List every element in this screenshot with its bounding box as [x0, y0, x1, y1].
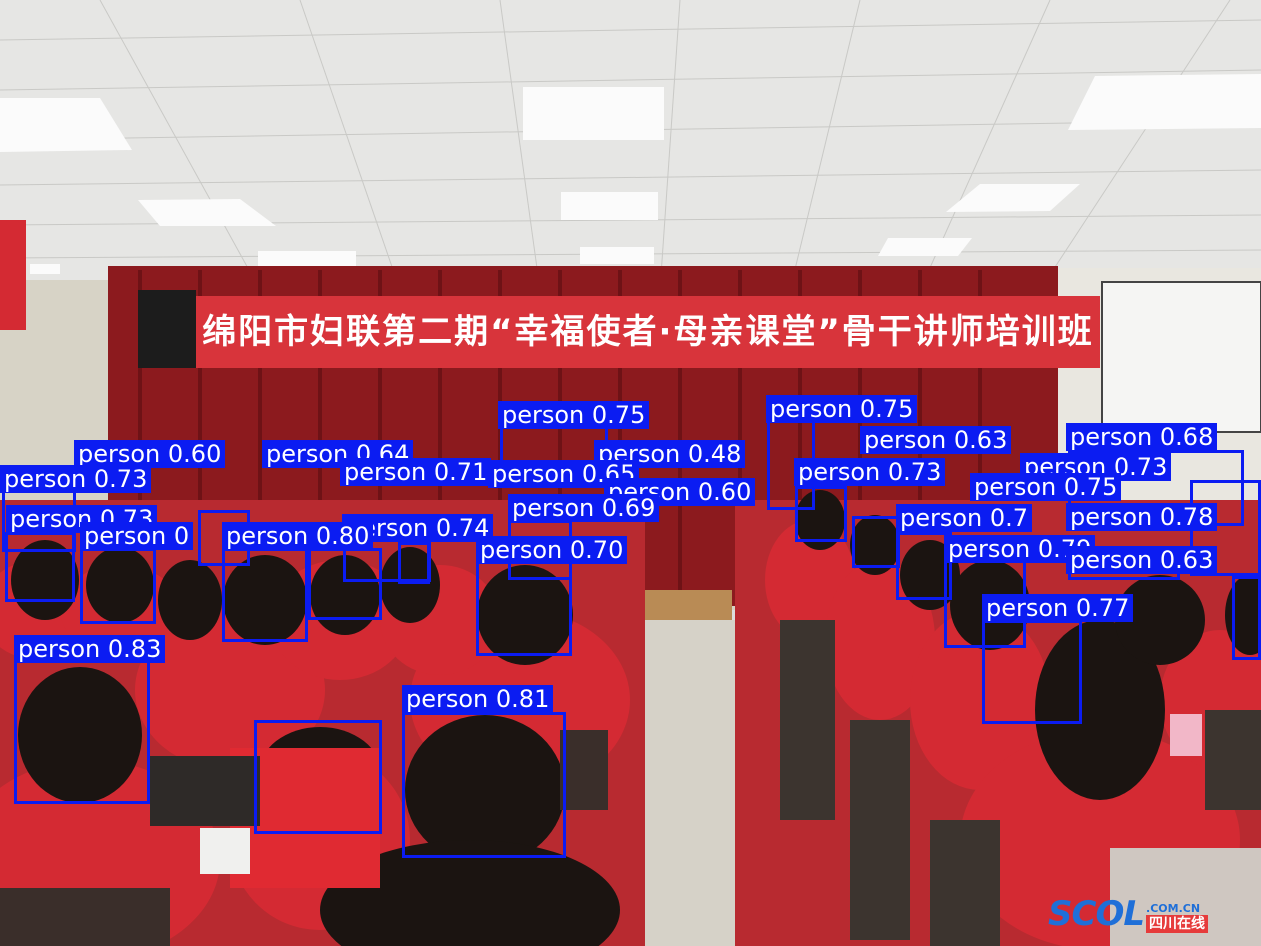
detection-label: person 0.75 [970, 473, 1122, 501]
photo-scene: 绵阳市妇联第二期“幸福使者·母亲课堂”骨干讲师培训班 person 0.75 p… [0, 0, 1261, 946]
detection-label: person 0.63 [860, 426, 1012, 454]
detection-label: person 0 [80, 522, 194, 550]
watermark-domain: .COM.CN [1146, 902, 1201, 915]
detection-label: person 0.83 [14, 635, 166, 663]
detection-box [14, 660, 150, 804]
detection-label: person 0.70 [476, 536, 628, 564]
detection-box [398, 542, 430, 584]
detection-box [5, 532, 75, 602]
detection-label: person 0.77 [982, 594, 1134, 622]
detection-label: person 0.7 [896, 504, 1033, 532]
detection-label: person 0.60 [74, 440, 226, 468]
detection-box [402, 712, 566, 858]
detection-label: person 0.71 [340, 458, 492, 486]
detection-label: person 0.75 [498, 401, 650, 429]
detection-box [982, 620, 1082, 724]
detection-label: person 0.69 [508, 494, 660, 522]
detection-label: person 0.63 [1066, 546, 1218, 574]
detection-box [80, 548, 156, 624]
detection-box [852, 516, 900, 568]
detection-box [254, 720, 382, 834]
watermark-logo: SCOL [1048, 894, 1145, 934]
detection-label: person 0.81 [402, 685, 554, 713]
detection-overlay: person 0.75 person 0.48 person 0.75 pers… [0, 0, 1261, 946]
detection-box [222, 548, 308, 642]
detection-label: person 0.78 [1066, 503, 1218, 531]
detection-box [795, 486, 847, 542]
detection-label: person 0.80 [222, 522, 374, 550]
detection-box [1232, 576, 1261, 660]
detection-label: person 0.73 [0, 465, 152, 493]
site-watermark: SCOL .COM.CN 四川在线 [1048, 893, 1209, 934]
detection-label: person 0.73 [794, 458, 946, 486]
detection-label: person 0.75 [766, 395, 918, 423]
detection-label: person 0.68 [1066, 423, 1218, 451]
watermark-cn: 四川在线 [1146, 915, 1209, 933]
